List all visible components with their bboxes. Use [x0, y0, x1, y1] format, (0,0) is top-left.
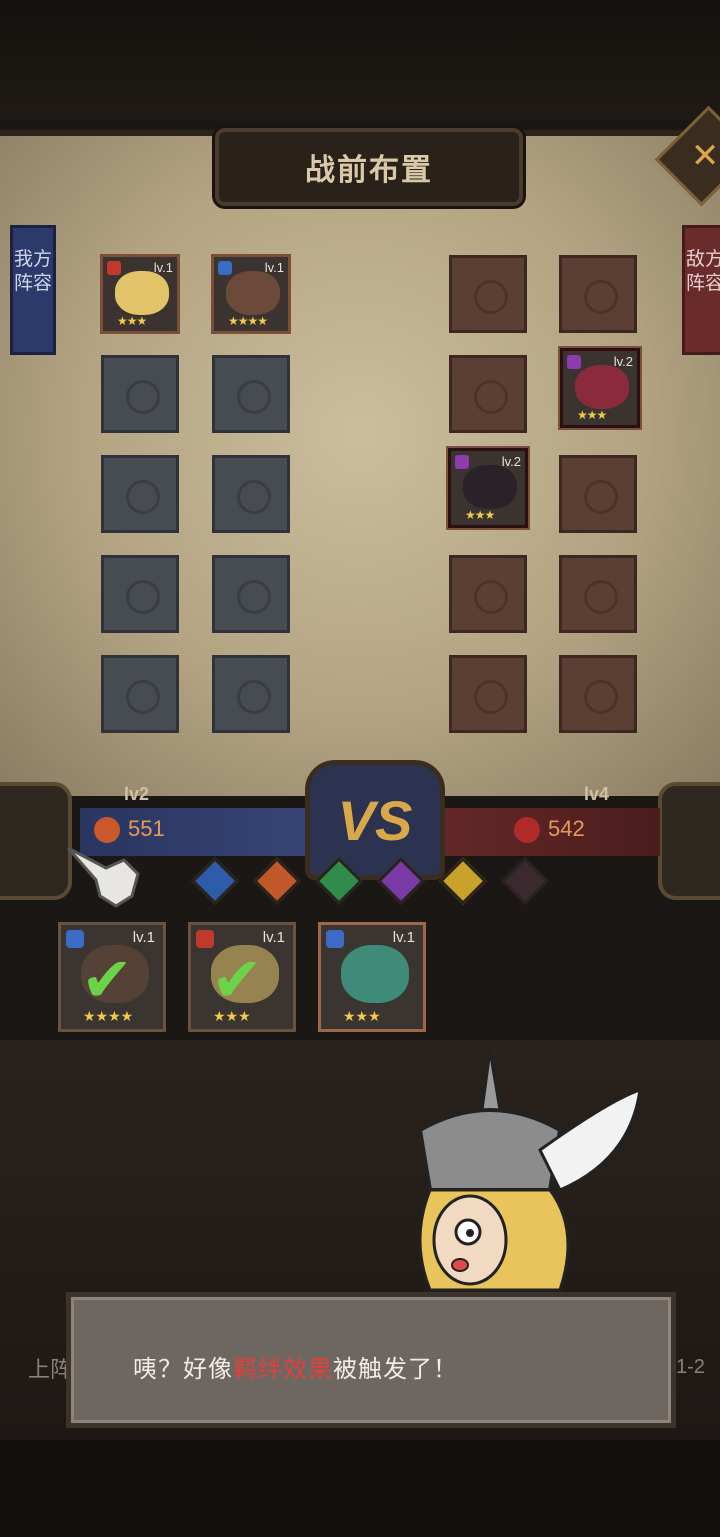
bond-dark-icon[interactable] [500, 856, 550, 906]
horned-warrior-portrait [226, 271, 280, 315]
green-haired-girl-portrait [341, 945, 409, 1003]
ally-hero-card[interactable]: lv.1 ★★★★ [211, 254, 291, 334]
ally-empty-slot[interactable] [101, 455, 179, 533]
ally-level: lv2 [124, 784, 150, 804]
hero-level: lv.1 [392, 929, 415, 946]
winged-helmet-npc [390, 1040, 670, 1300]
selected-check-icon: ✔ [81, 946, 133, 1015]
one-eyed-ghoul-portrait [575, 365, 629, 409]
hero-level: lv.2 [501, 454, 521, 469]
close-x-icon: ✕ [690, 137, 720, 175]
bottom-bar [0, 1440, 720, 1537]
dark-haired-rogue-portrait [463, 465, 517, 509]
dialog-text: 咦？好像羁绊效果被触发了！ [133, 1349, 458, 1384]
ally-empty-slot[interactable] [212, 655, 290, 733]
dialog-text-start: 咦？好像 [133, 1356, 233, 1383]
class-badge-icon [218, 261, 232, 275]
dialog-highlight: 羁绊效果 [233, 1356, 333, 1383]
top-background [0, 0, 720, 120]
dialog-box[interactable]: 咦？好像羁绊效果被触发了！ [66, 1292, 676, 1428]
hero-stars: ★★★ [577, 408, 607, 422]
hero-level: lv.1 [264, 260, 284, 275]
page-title: 战前布置 [215, 128, 523, 206]
hero-stars: ★★★★ [228, 314, 268, 328]
enemy-team-flag: 敌方阵容 [682, 225, 720, 355]
class-badge-icon [107, 261, 121, 275]
enemy-level: lv4 [584, 784, 610, 804]
enemy-power-value: 542 [548, 816, 585, 841]
bench-hero-card[interactable]: lv.1 ★★★ ✔ [188, 922, 296, 1032]
ally-empty-slot[interactable] [212, 555, 290, 633]
enemy-hero-card[interactable]: lv.2 ★★★ [448, 448, 528, 528]
dialog-text-end: 被触发了！ [333, 1356, 458, 1383]
class-badge-icon [326, 930, 344, 948]
ally-empty-slot[interactable] [101, 555, 179, 633]
ally-empty-slot[interactable] [212, 355, 290, 433]
bond-blue-icon[interactable] [190, 856, 240, 906]
enemy-power-demon-icon [514, 817, 540, 843]
blonde-knight-portrait [115, 271, 169, 315]
ally-team-flag: 我方阵容 [10, 225, 56, 355]
enemy-hero-card[interactable]: lv.2 ★★★ [560, 348, 640, 428]
enemy-portrait-frame[interactable] [658, 782, 720, 900]
bench-hero-card[interactable]: lv.1 ★★★★ ✔ [58, 922, 166, 1032]
tutorial-pointing-hand-icon [66, 840, 146, 910]
enemy-empty-slot[interactable] [449, 655, 527, 733]
ally-power-value: 551 [128, 816, 165, 841]
hero-level: lv.1 [262, 929, 285, 946]
enemy-empty-slot[interactable] [559, 555, 637, 633]
ally-empty-slot[interactable] [212, 455, 290, 533]
ally-portrait-frame[interactable] [0, 782, 72, 900]
ally-empty-slot[interactable] [101, 655, 179, 733]
hero-stars: ★★★ [343, 1008, 381, 1024]
class-badge-icon [567, 355, 581, 369]
vs-emblem: VS [305, 760, 445, 880]
enemy-empty-slot[interactable] [559, 255, 637, 333]
hero-level: lv.1 [153, 260, 173, 275]
class-badge-icon [455, 455, 469, 469]
hero-level: lv.2 [613, 354, 633, 369]
bond-yellow-icon[interactable] [438, 856, 488, 906]
enemy-empty-slot[interactable] [559, 455, 637, 533]
enemy-empty-slot[interactable] [449, 255, 527, 333]
bond-orange-icon[interactable] [252, 856, 302, 906]
hero-level: lv.1 [132, 929, 155, 946]
ally-hero-card[interactable]: lv.1 ★★★ [100, 254, 180, 334]
ally-empty-slot[interactable] [101, 355, 179, 433]
enemy-empty-slot[interactable] [449, 355, 527, 433]
selected-check-icon: ✔ [211, 946, 263, 1015]
hero-stars: ★★★ [465, 508, 495, 522]
enemy-empty-slot[interactable] [559, 655, 637, 733]
bench-hero-card[interactable]: lv.1 ★★★ [318, 922, 426, 1032]
stage-number: 1-2 [676, 1356, 705, 1378]
hero-stars: ★★★ [117, 314, 147, 328]
enemy-empty-slot[interactable] [449, 555, 527, 633]
